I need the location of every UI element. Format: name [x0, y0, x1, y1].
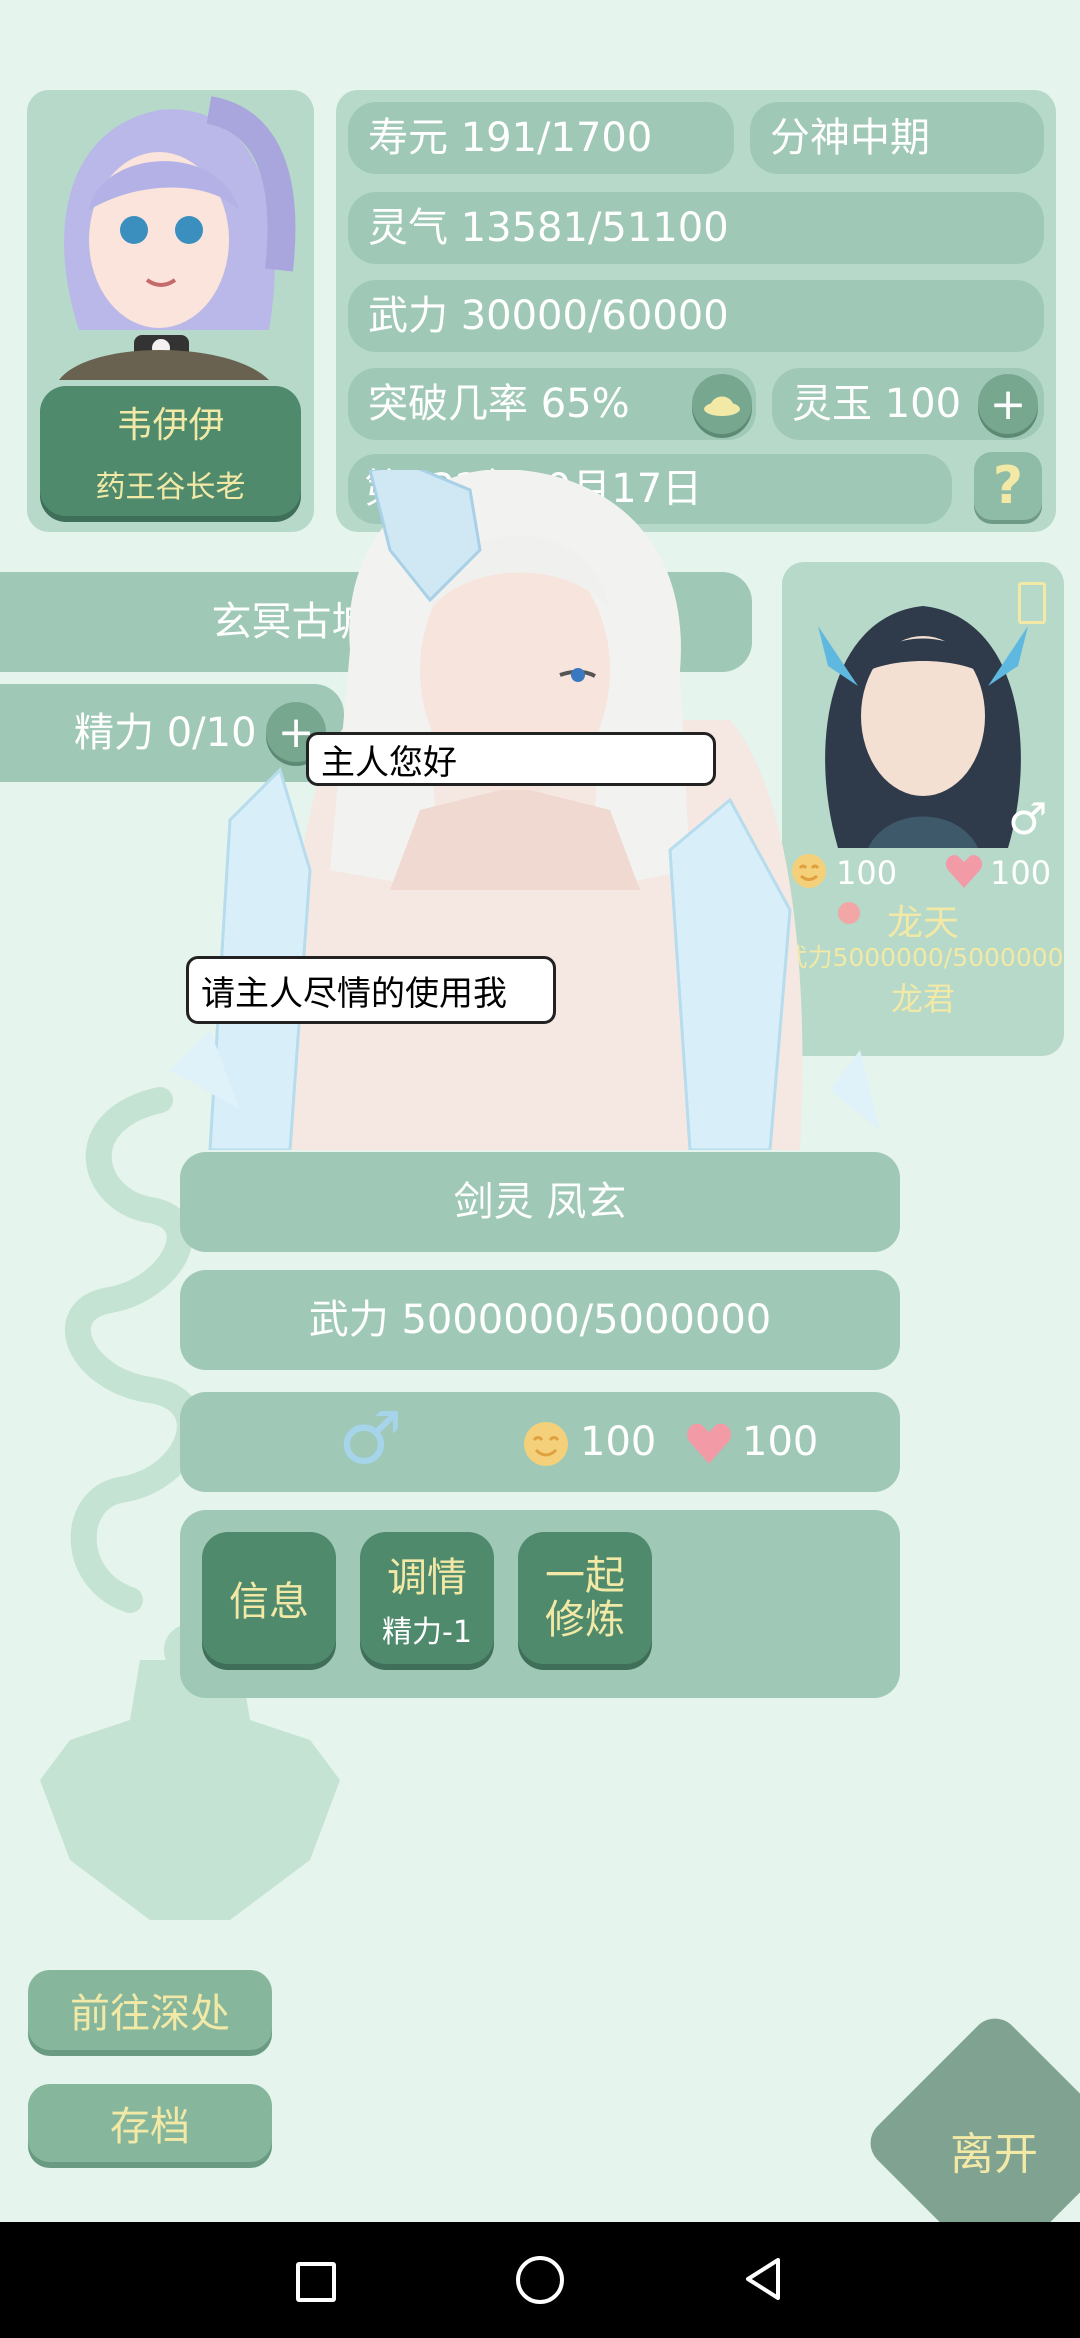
cultivate-together-button[interactable]: 一起修炼 — [518, 1532, 652, 1664]
info-button[interactable]: 信息 — [202, 1532, 336, 1664]
back-icon[interactable] — [742, 2256, 782, 2302]
character-name: 剑灵 凤玄 — [453, 1179, 627, 1225]
save-label: 存档 — [110, 2104, 190, 2150]
cultivate-label: 一起修炼 — [545, 1553, 625, 1643]
card-icon[interactable] — [1018, 582, 1046, 624]
leave-label: 离开 — [950, 2129, 1038, 2180]
smile-icon — [524, 1422, 568, 1466]
realm-stat: 分神中期 — [750, 102, 1044, 174]
breakthrough-text: 突破几率 65% — [368, 381, 630, 427]
dialog-text: 请主人尽情的使用我 — [201, 973, 507, 1014]
go-deeper-label: 前往深处 — [70, 1991, 230, 2037]
power-text: 武力 30000/60000 — [368, 293, 729, 339]
power-stat: 武力 30000/60000 — [348, 280, 1044, 352]
character-portrait[interactable] — [39, 90, 301, 380]
breakthrough-button[interactable] — [692, 374, 752, 434]
help-button[interactable]: ? — [974, 452, 1042, 520]
spirit-text: 灵气 13581/51100 — [368, 205, 729, 251]
companion-love: 100 — [990, 854, 1052, 892]
character-name-bar: 剑灵 凤玄 — [180, 1152, 900, 1252]
recent-apps-icon[interactable] — [296, 2262, 336, 2302]
spirit-stat: 灵气 13581/51100 — [348, 192, 1044, 264]
character-power: 武力 5000000/5000000 — [308, 1297, 772, 1343]
lifespan-stat: 寿元 191/1700 — [348, 102, 734, 174]
male-gender-icon: ♂ — [338, 1396, 403, 1480]
sword-spirit-illustration — [170, 470, 880, 1150]
lifespan-text: 寿元 191/1700 — [368, 115, 653, 161]
dialog-bubble: 请主人尽情的使用我 — [186, 956, 556, 1024]
greeting-text: 主人您好 — [321, 742, 457, 783]
profile-panel: 韦伊伊 药王谷长老 — [27, 90, 314, 532]
greeting-bubble: 主人您好 — [306, 732, 716, 786]
character-joy: 100 — [580, 1419, 657, 1465]
profile-name: 韦伊伊 — [116, 405, 225, 446]
character-affinity-bar: ♂ 100 100 — [180, 1392, 900, 1492]
male-gender-icon: ♂ — [1008, 794, 1048, 845]
system-nav-bar — [0, 2222, 1080, 2338]
save-button[interactable]: 存档 — [28, 2084, 272, 2162]
go-deeper-button[interactable]: 前往深处 — [28, 1970, 272, 2050]
jade-text: 灵玉 100 — [792, 381, 962, 427]
heart-icon — [687, 1423, 731, 1464]
flirt-button[interactable]: 调情 精力-1 — [360, 1532, 494, 1664]
add-jade-button[interactable]: + — [978, 374, 1038, 434]
info-label: 信息 — [229, 1579, 309, 1625]
character-power-bar: 武力 5000000/5000000 — [180, 1270, 900, 1370]
pill-furnace-icon — [704, 396, 740, 416]
flirt-label: 调情 — [387, 1555, 467, 1601]
character-love: 100 — [742, 1419, 819, 1465]
home-icon[interactable] — [516, 2256, 564, 2304]
heart-icon — [945, 855, 983, 888]
realm-text: 分神中期 — [770, 115, 930, 161]
flirt-cost: 精力-1 — [382, 1615, 472, 1650]
